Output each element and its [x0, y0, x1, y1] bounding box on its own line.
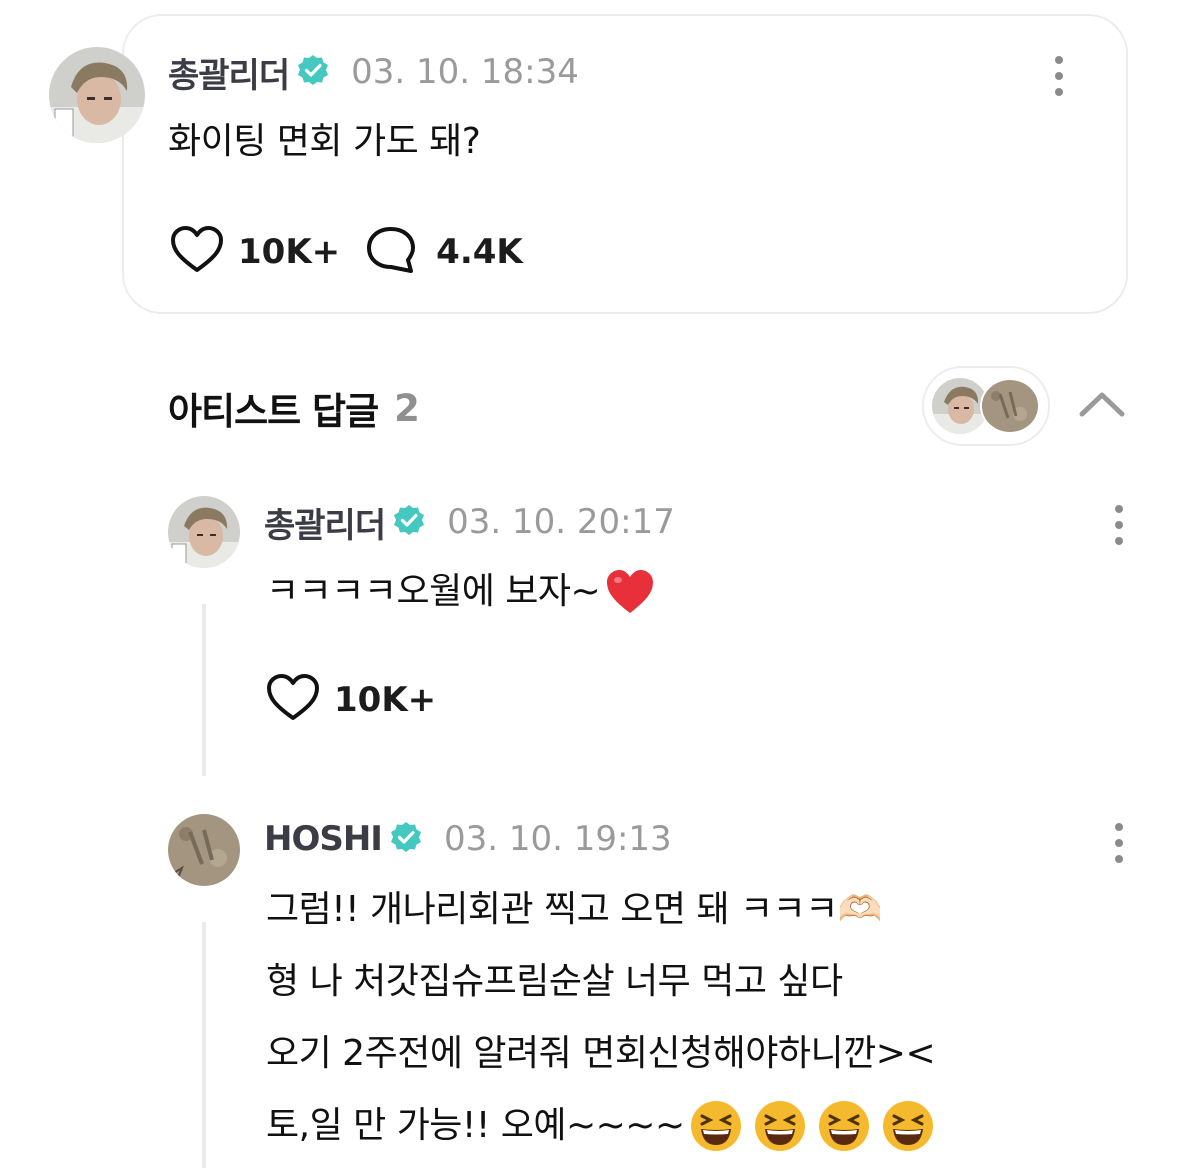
verified-badge-icon	[393, 504, 425, 540]
reply-2-line-3: 오기 2주전에 알려줘 면회신청해야하니깐><	[266, 1033, 936, 1074]
reply-1-header: 총괄리더 03. 10. 20:17	[264, 498, 675, 547]
reply-2-text: 그럼!! 개나리회관 찍고 오면 돼 ㅋㅋㅋ🫶🏻 형 나 처갓집슈프림순살 너무…	[266, 874, 936, 1162]
reply-2-more-icon[interactable]	[1113, 823, 1125, 863]
post-header: 총괄리더 03. 10. 18:34	[168, 48, 579, 97]
reply-2-line-1: 그럼!! 개나리회관 찍고 오면 돼 ㅋㅋㅋ🫶🏻	[266, 889, 883, 930]
reply-1-more-icon[interactable]	[1113, 505, 1125, 545]
reply-1-like-count: 10K+	[334, 680, 437, 720]
post-author-name[interactable]: 총괄리더	[168, 48, 290, 97]
reply-2-line-4-row: 토,일 만 가능!! 오예~~~~	[266, 1090, 935, 1162]
reply-2-line-4: 토,일 만 가능!! 오예~~~~	[266, 1105, 685, 1146]
laughing-face-emoji-icon	[689, 1099, 935, 1153]
post-text: 화이팅 면회 가도 돼?	[168, 121, 481, 162]
red-heart-emoji-icon	[604, 567, 656, 617]
reply-1-timestamp: 03. 10. 20:17	[447, 502, 675, 542]
comment-bubble-icon[interactable]	[366, 226, 416, 278]
reply-1-text: ㅋㅋㅋㅋ오월에 보자~	[266, 571, 601, 612]
post-actions: 10K+ 4.4K	[170, 226, 523, 278]
reply-1-actions: 10K+	[266, 674, 436, 726]
post-author-avatar[interactable]	[49, 47, 145, 143]
artist-replies-title: 아티스트 답글	[168, 390, 379, 433]
reply-2-header: HOSHI 03. 10. 19:13	[264, 817, 672, 861]
post-timestamp: 03. 10. 18:34	[351, 52, 579, 92]
verified-badge-icon	[390, 821, 422, 857]
artist-replies-count: 2	[394, 386, 420, 430]
reply-1-avatar[interactable]	[168, 496, 240, 568]
post-like-count: 10K+	[238, 232, 341, 272]
reply-2-timestamp: 03. 10. 19:13	[443, 819, 672, 859]
collapse-chevron-up-icon[interactable]	[1078, 388, 1126, 424]
reply-1-thread-line	[202, 604, 206, 776]
artist-avatars-stack[interactable]	[922, 366, 1050, 446]
artist-avatar-2	[980, 378, 1040, 434]
like-heart-icon[interactable]	[170, 226, 224, 278]
like-heart-icon[interactable]	[266, 674, 320, 726]
reply-1-text-row: ㅋㅋㅋㅋ오월에 보자~	[266, 556, 656, 628]
reply-2-line-2: 형 나 처갓집슈프림순살 너무 먹고 싶다	[266, 961, 843, 1002]
artist-replies-header: 아티스트 답글 2	[168, 382, 420, 434]
post-comment-count: 4.4K	[436, 232, 523, 272]
verified-badge-icon	[297, 54, 329, 90]
reply-2-author-name[interactable]: HOSHI	[264, 819, 383, 859]
reply-1-author-name[interactable]: 총괄리더	[264, 498, 386, 547]
post-more-icon[interactable]	[1053, 56, 1065, 96]
reply-2-thread-line	[202, 922, 206, 1168]
reply-2-avatar[interactable]	[168, 814, 240, 886]
